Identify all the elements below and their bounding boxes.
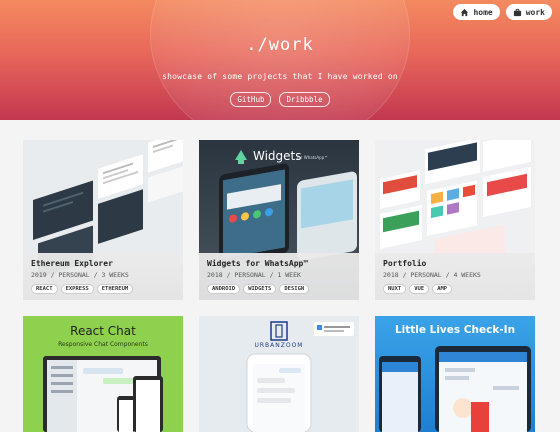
project-card-ethereum-explorer[interactable]: Ethereum Explorer 2019 / PERSONAL / 3 WE… — [23, 140, 183, 300]
project-thumbnail: URBANZOOM — [199, 316, 359, 432]
project-tag: VUE — [409, 284, 430, 294]
project-meta: 2018 / PERSONAL / 1 WEEK — [207, 271, 301, 279]
project-card-react-chat[interactable]: React Chat Responsive Chat Components — [23, 316, 183, 432]
project-tag: NUXT — [383, 284, 407, 294]
page-subtitle: showcase of some projects that I have wo… — [162, 72, 398, 81]
profile-links: GitHub Dribbble — [0, 92, 560, 107]
project-name: Widgets for WhatsApp™ — [207, 259, 309, 268]
project-tags: ANDROID WIDGETS DESIGN — [207, 284, 351, 294]
project-card-widgets-whatsapp[interactable]: Widgets for WhatsApp™ Widgets for WhatsA… — [199, 140, 359, 300]
project-meta: 2019 / PERSONAL / 3 WEEKS — [31, 271, 129, 279]
project-tag: DESIGN — [279, 284, 310, 294]
project-card-urbanzoom[interactable]: URBANZOOM — [199, 316, 359, 432]
project-meta: 2018 / PERSONAL / 4 WEEKS — [383, 271, 481, 279]
project-thumbnail: Little Lives Check-In — [375, 316, 535, 432]
project-tag: REACT — [31, 284, 58, 294]
dribbble-link[interactable]: Dribbble — [279, 92, 330, 107]
project-info: Widgets for WhatsApp™ 2018 / PERSONAL / … — [199, 253, 359, 300]
project-card-portfolio[interactable]: Portfolio 2018 / PERSONAL / 4 WEEKS NUXT… — [375, 140, 535, 300]
project-info: Portfolio 2018 / PERSONAL / 4 WEEKS NUXT… — [375, 253, 535, 300]
project-info: Ethereum Explorer 2019 / PERSONAL / 3 WE… — [23, 253, 183, 300]
project-thumbnail: React Chat Responsive Chat Components — [23, 316, 183, 432]
hero-header: home work ./work showcase of some projec… — [0, 0, 560, 120]
project-tag: WIDGETS — [243, 284, 277, 294]
project-tag: ANDROID — [207, 284, 241, 294]
page-title: ./work — [246, 35, 314, 55]
project-card-little-lives[interactable]: Little Lives Check-In — [375, 316, 535, 432]
work-label: work — [525, 7, 545, 17]
home-label: home — [473, 7, 493, 17]
top-nav: home work — [453, 4, 552, 20]
home-icon — [461, 8, 469, 16]
briefcase-icon — [513, 8, 521, 16]
project-name: Portfolio — [383, 259, 427, 268]
project-tags: REACT EXPRESS ETHEREUM — [31, 284, 175, 294]
thumb-title: URBANZOOM — [254, 342, 304, 349]
thumb-subtitle: for WhatsApp™ — [297, 155, 329, 160]
thumb-title: Widgets — [253, 149, 302, 163]
home-button[interactable]: home — [453, 4, 500, 20]
github-link[interactable]: GitHub — [230, 92, 272, 107]
project-tag: ETHEREUM — [96, 284, 134, 294]
work-button[interactable]: work — [505, 4, 552, 20]
urbanzoom-logo-icon — [270, 321, 288, 341]
project-name: Ethereum Explorer — [31, 259, 113, 268]
project-tag: EXPRESS — [60, 284, 94, 294]
project-tags: NUXT VUE AMP — [383, 284, 527, 294]
project-tag: AMP — [432, 284, 453, 294]
